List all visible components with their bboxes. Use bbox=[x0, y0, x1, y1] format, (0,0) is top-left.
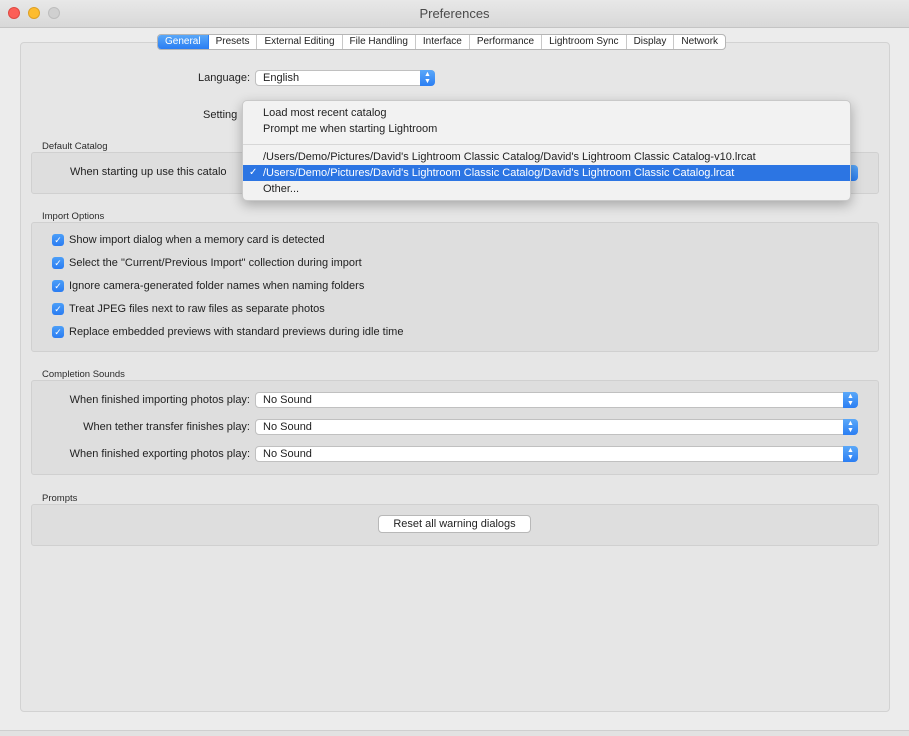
import-option-label: Ignore camera-generated folder names whe… bbox=[69, 280, 365, 292]
completion-sounds-title: Completion Sounds bbox=[42, 369, 125, 380]
updown-arrows-icon: ▲ ▼ bbox=[843, 419, 858, 435]
language-select[interactable]: English ▲ ▼ bbox=[255, 70, 435, 86]
checkmark-icon: ✓ bbox=[249, 167, 258, 178]
checkbox-checked-icon[interactable]: ✓ bbox=[52, 257, 64, 269]
tab-performance[interactable]: Performance bbox=[470, 35, 543, 49]
reset-warning-dialogs-button[interactable]: Reset all warning dialogs bbox=[378, 515, 531, 533]
dropdown-item-catalog-v10[interactable]: /Users/Demo/Pictures/David's Lightroom C… bbox=[243, 149, 850, 165]
import-option-label: Treat JPEG files next to raw files as se… bbox=[69, 303, 325, 315]
default-catalog-title: Default Catalog bbox=[42, 141, 108, 152]
catalog-dropdown-menu: Load most recent catalog Prompt me when … bbox=[242, 100, 851, 201]
updown-arrows-icon: ▲ ▼ bbox=[843, 392, 858, 408]
import-option-row[interactable]: ✓ Ignore camera-generated folder names w… bbox=[52, 279, 364, 293]
import-option-label: Replace embedded previews with standard … bbox=[69, 326, 404, 338]
import-option-row[interactable]: ✓ Select the "Current/Previous Import" c… bbox=[52, 256, 362, 270]
tab-general[interactable]: General bbox=[158, 35, 209, 49]
import-option-row[interactable]: ✓ Show import dialog when a memory card … bbox=[52, 233, 325, 247]
import-options-title: Import Options bbox=[42, 211, 105, 222]
dropdown-item-label: /Users/Demo/Pictures/David's Lightroom C… bbox=[263, 167, 735, 179]
import-sound-select[interactable]: No Sound ▲ ▼ bbox=[255, 392, 858, 408]
dropdown-item-load-recent[interactable]: Load most recent catalog bbox=[243, 105, 850, 121]
settings-label: Setting bbox=[203, 109, 238, 121]
window-title: Preferences bbox=[419, 6, 490, 21]
tab-network[interactable]: Network bbox=[674, 35, 725, 49]
dropdown-item-other[interactable]: Other... bbox=[243, 181, 850, 197]
import-sound-label: When finished importing photos play: bbox=[69, 394, 250, 406]
tab-external-editing[interactable]: External Editing bbox=[257, 35, 343, 49]
language-value: English bbox=[263, 72, 300, 84]
tether-sound-label: When tether transfer finishes play: bbox=[83, 421, 250, 433]
checkbox-checked-icon[interactable]: ✓ bbox=[52, 326, 64, 338]
checkbox-checked-icon[interactable]: ✓ bbox=[52, 234, 64, 246]
checkbox-checked-icon[interactable]: ✓ bbox=[52, 280, 64, 292]
export-sound-label: When finished exporting photos play: bbox=[69, 448, 250, 460]
updown-arrows-icon: ▲ ▼ bbox=[420, 70, 435, 86]
dropdown-item-prompt[interactable]: Prompt me when starting Lightroom bbox=[243, 121, 850, 137]
checkbox-checked-icon[interactable]: ✓ bbox=[52, 303, 64, 315]
window-bottom-edge bbox=[0, 730, 909, 736]
tether-sound-select[interactable]: No Sound ▲ ▼ bbox=[255, 419, 858, 435]
import-option-label: Show import dialog when a memory card is… bbox=[69, 234, 325, 246]
updown-arrows-icon: ▲ ▼ bbox=[843, 446, 858, 462]
prompts-title: Prompts bbox=[42, 493, 78, 504]
tab-lightroom-sync[interactable]: Lightroom Sync bbox=[542, 35, 627, 49]
default-catalog-label: When starting up use this catalo bbox=[70, 166, 227, 178]
import-option-label: Select the "Current/Previous Import" col… bbox=[69, 257, 362, 269]
preferences-window: Preferences General Presets External Edi… bbox=[0, 0, 909, 736]
tab-interface[interactable]: Interface bbox=[416, 35, 470, 49]
tab-presets[interactable]: Presets bbox=[209, 35, 258, 49]
tab-bar: General Presets External Editing File Ha… bbox=[157, 34, 727, 50]
tether-sound-value: No Sound bbox=[263, 421, 312, 433]
export-sound-select[interactable]: No Sound ▲ ▼ bbox=[255, 446, 858, 462]
dropdown-separator bbox=[243, 144, 850, 145]
dropdown-item-catalog-selected[interactable]: ✓ /Users/Demo/Pictures/David's Lightroom… bbox=[243, 165, 850, 181]
title-bar: Preferences bbox=[0, 0, 909, 28]
import-sound-value: No Sound bbox=[263, 394, 312, 406]
import-option-row[interactable]: ✓ Treat JPEG files next to raw files as … bbox=[52, 302, 325, 316]
export-sound-value: No Sound bbox=[263, 448, 312, 460]
tab-file-handling[interactable]: File Handling bbox=[343, 35, 416, 49]
import-option-row[interactable]: ✓ Replace embedded previews with standar… bbox=[52, 325, 403, 339]
tab-display[interactable]: Display bbox=[627, 35, 675, 49]
language-label: Language: bbox=[198, 72, 250, 84]
